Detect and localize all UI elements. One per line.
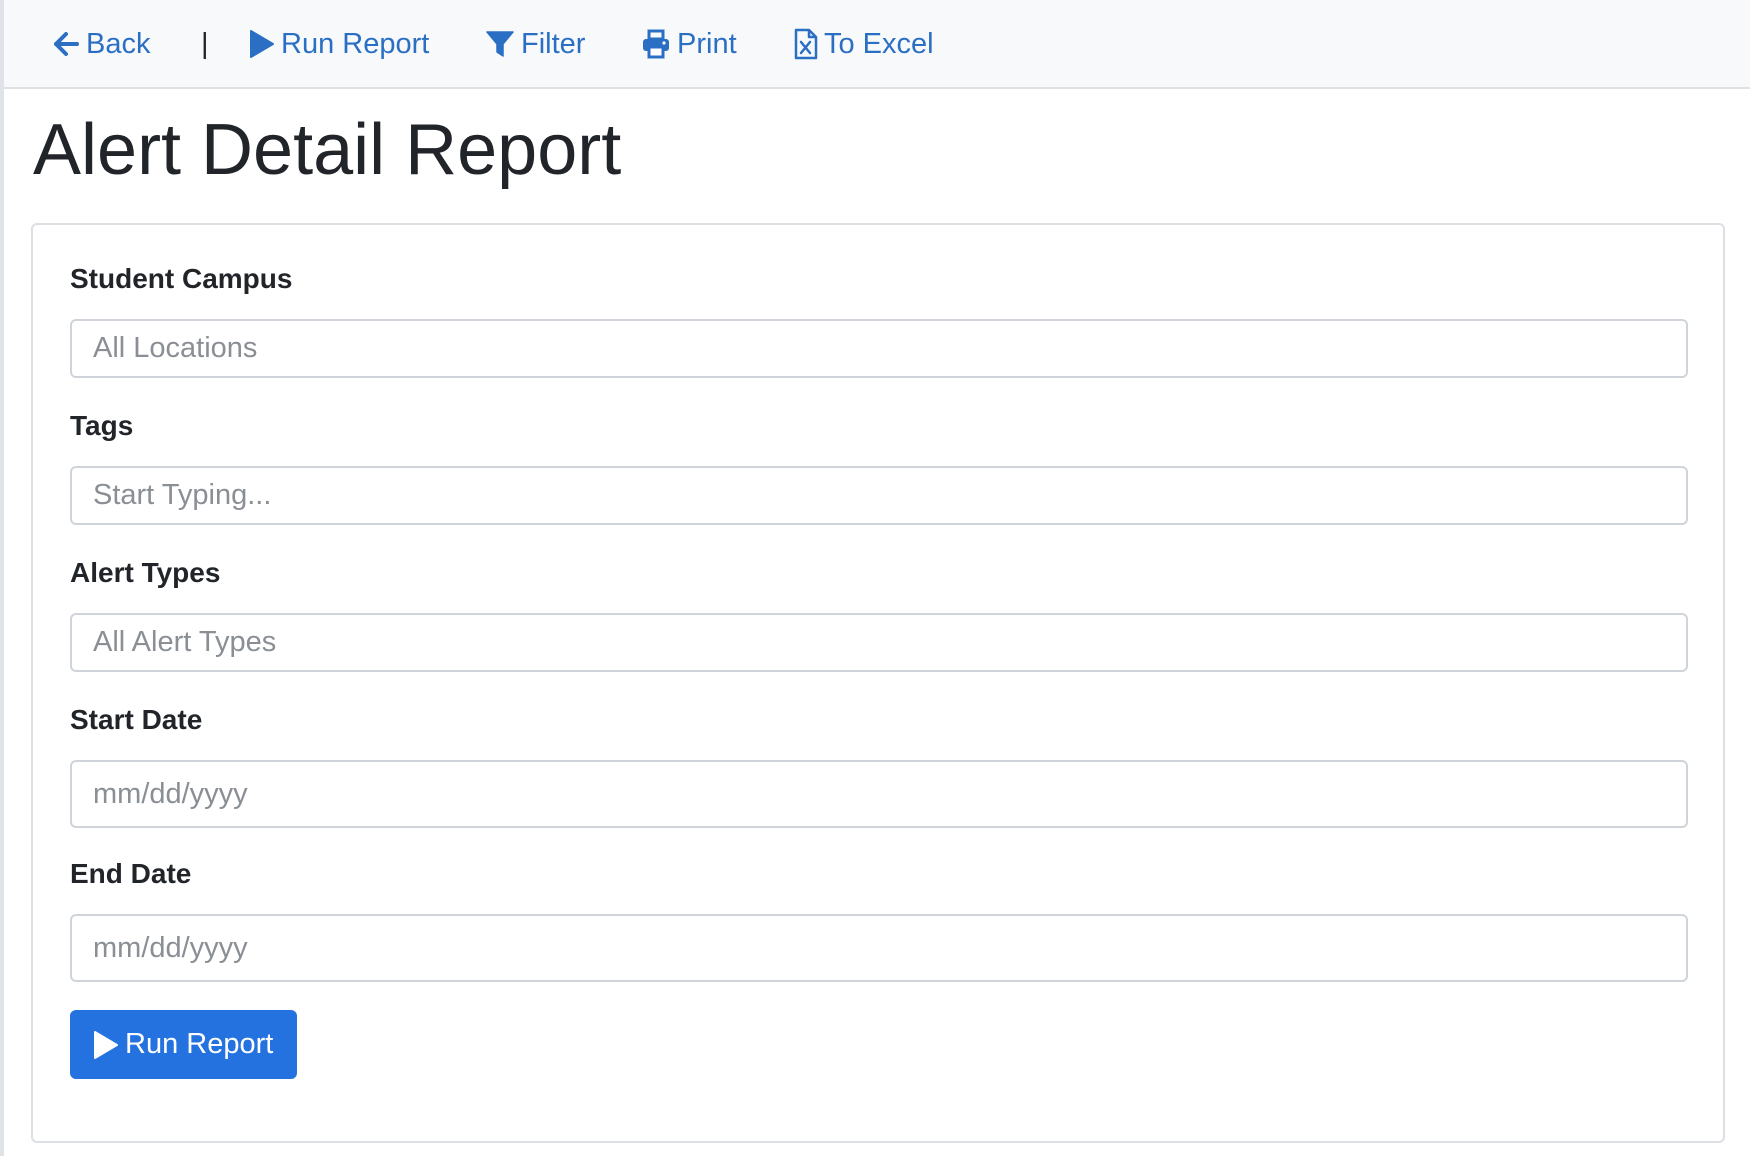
student-campus-input[interactable] — [70, 319, 1688, 378]
run-report-button-label: Run Report — [125, 1028, 274, 1060]
filter-label: Filter — [521, 27, 586, 60]
play-icon — [249, 29, 275, 59]
tags-label: Tags — [70, 410, 134, 441]
file-excel-icon — [794, 28, 818, 60]
end-date-label: End Date — [70, 858, 192, 889]
toolbar: Back | Run Report Filter Print To Excel — [4, 0, 1750, 89]
play-icon — [93, 1030, 119, 1060]
to-excel-link[interactable]: To Excel — [794, 24, 934, 64]
left-edge-border — [0, 0, 4, 1156]
back-label: Back — [86, 27, 151, 60]
start-date-label: Start Date — [70, 704, 203, 735]
to-excel-label: To Excel — [824, 27, 934, 60]
page-title: Alert Detail Report — [33, 110, 622, 190]
student-campus-label: Student Campus — [70, 263, 293, 294]
printer-icon — [641, 29, 671, 59]
report-filter-card: Student Campus Tags Alert Types Start Da… — [31, 223, 1725, 1143]
back-link[interactable]: Back — [52, 24, 150, 64]
run-report-label: Run Report — [281, 27, 430, 60]
alert-types-label: Alert Types — [70, 557, 221, 588]
start-date-input[interactable] — [70, 760, 1688, 828]
alert-types-input[interactable] — [70, 613, 1688, 672]
arrow-left-icon — [52, 30, 80, 58]
tags-input[interactable] — [70, 466, 1688, 525]
filter-icon — [485, 29, 515, 59]
run-report-button[interactable]: Run Report — [70, 1010, 297, 1079]
filter-link[interactable]: Filter — [485, 24, 585, 64]
print-link[interactable]: Print — [641, 24, 737, 64]
run-report-link[interactable]: Run Report — [249, 24, 429, 64]
end-date-input[interactable] — [70, 914, 1688, 982]
toolbar-separator: | — [201, 27, 209, 60]
print-label: Print — [677, 27, 737, 60]
